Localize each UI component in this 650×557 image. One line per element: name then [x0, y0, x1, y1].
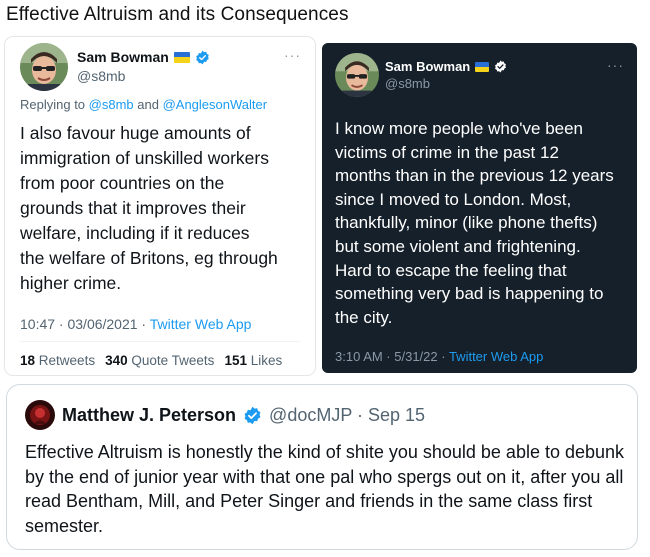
tweet-timestamp: 3:10 AM · 5/31/22 · Twitter Web App [335, 349, 543, 364]
source-app-link[interactable]: Twitter Web App [449, 349, 543, 364]
reply-and: and [133, 97, 163, 112]
ukraine-flag-icon [173, 51, 190, 63]
reply-prefix: Replying to [20, 97, 89, 112]
more-options-icon[interactable]: ··· [284, 47, 301, 63]
tweet-text: I also favour huge amounts of immigratio… [20, 123, 278, 293]
page-title: Effective Altruism and its Consequences [6, 4, 349, 25]
retweets-count: 18 [20, 353, 36, 368]
likes-count: 151 [224, 353, 247, 368]
quote-tweets-stat[interactable]: 340 Quote Tweets [105, 353, 214, 368]
author-name[interactable]: Matthew J. Peterson [62, 405, 236, 426]
author-name[interactable]: Sam Bowman [77, 49, 169, 65]
author-handle[interactable]: @s8mb [385, 76, 430, 91]
quote-tweet-text: Effective Altruism is honestly the kind … [25, 442, 625, 536]
avatar[interactable] [20, 43, 68, 91]
quote-tweet-card[interactable]: Matthew J. Peterson @docMJP · Sep 15 Eff… [6, 384, 638, 550]
timestamp-text[interactable]: 10:47 · 03/06/2021 · [20, 316, 150, 332]
tweet-card-right[interactable]: Sam Bowman @s8mb ··· I know more people … [322, 43, 637, 373]
author-handle[interactable]: @s8mb [77, 68, 125, 84]
likes-label: Likes [250, 353, 283, 368]
tweet-stats: 18 Retweets 340 Quote Tweets 151 Likes [20, 353, 282, 368]
reply-mention-link[interactable]: @s8mb [89, 97, 134, 112]
reply-context: Replying to @s8mb and @AnglesonWalter [20, 97, 267, 112]
more-options-icon[interactable]: ··· [607, 57, 624, 73]
avatar[interactable] [335, 53, 379, 97]
verified-badge-icon [494, 60, 507, 73]
retweets-label: Retweets [38, 353, 96, 368]
tweet-text: I know more people who've been victims o… [335, 119, 614, 327]
avatar[interactable] [25, 400, 55, 430]
verified-badge-icon [195, 50, 210, 65]
author-name[interactable]: Sam Bowman [385, 59, 470, 74]
author-handle-date[interactable]: @docMJP · Sep 15 [269, 405, 425, 426]
likes-stat[interactable]: 151 Likes [224, 353, 282, 368]
reply-mention-link[interactable]: @AnglesonWalter [163, 97, 267, 112]
tweet-card-left[interactable]: Sam Bowman @s8mb ··· Replying to @s8mb a… [4, 36, 316, 376]
ukraine-flag-icon [475, 61, 490, 72]
quote-header: Matthew J. Peterson @docMJP · Sep 15 [25, 400, 425, 430]
source-app-link[interactable]: Twitter Web App [150, 316, 252, 332]
retweets-stat[interactable]: 18 Retweets [20, 353, 95, 368]
divider [20, 341, 300, 342]
tweet-timestamp: 10:47 · 03/06/2021 · Twitter Web App [20, 316, 251, 332]
quotes-count: 340 [105, 353, 128, 368]
timestamp-text[interactable]: 3:10 AM · 5/31/22 · [335, 349, 449, 364]
verified-badge-icon [243, 406, 262, 425]
quotes-label: Quote Tweets [131, 353, 215, 368]
